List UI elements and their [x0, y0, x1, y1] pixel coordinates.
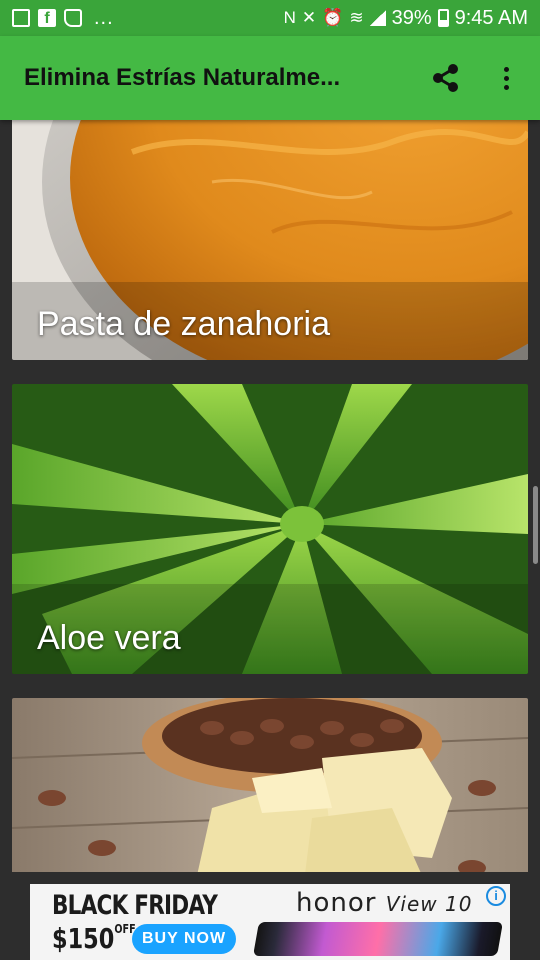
ad-phone-image — [253, 922, 503, 956]
app-bar: Elimina Estrías Naturalme... — [0, 36, 540, 120]
scrollbar-thumb[interactable] — [533, 486, 538, 564]
ad-model-name: View 10 — [385, 892, 473, 916]
ad-banner[interactable]: BLACK FRIDAY $150OFF BUY NOW honor View … — [30, 884, 510, 960]
wifi-icon: ≋ — [349, 8, 364, 27]
info-icon[interactable]: i — [486, 886, 506, 906]
facebook-icon: f — [38, 9, 56, 27]
card-cocoa-butter[interactable] — [12, 698, 528, 872]
ad-headline: BLACK FRIDAY — [52, 890, 218, 921]
ad-brand: honor View 10 — [296, 888, 472, 918]
share-icon — [433, 64, 458, 92]
clock: 9:45 AM — [454, 6, 528, 29]
notification-icons: f ... — [12, 7, 114, 30]
battery-icon — [437, 9, 449, 27]
ad-container: BLACK FRIDAY $150OFF BUY NOW honor View … — [0, 872, 540, 960]
card-title: Aloe vera — [37, 619, 181, 657]
ad-price: $150OFF — [52, 922, 136, 955]
nfc-icon: N — [283, 8, 296, 27]
gallery-icon — [12, 9, 30, 27]
more-notifications: ... — [94, 6, 114, 29]
ad-price-value: $150 — [52, 922, 115, 955]
card-carrot-paste[interactable]: Pasta de zanahoria — [12, 120, 528, 360]
battery-percent: 39% — [391, 6, 432, 29]
alarm-icon: ⏰ — [322, 8, 344, 27]
card-title: Pasta de zanahoria — [37, 305, 330, 343]
share-button[interactable] — [426, 58, 466, 98]
cocoa-butter-image — [12, 698, 528, 872]
remedy-list[interactable]: Pasta de zanahoria Aloe vera — [0, 120, 540, 872]
system-icons: N ✕ ⏰ ≋ 39% 9:45 AM — [284, 7, 528, 30]
mute-icon: ✕ — [301, 8, 317, 27]
signal-icon — [369, 10, 386, 26]
ad-buy-now-button[interactable]: BUY NOW — [132, 924, 237, 954]
ad-brand-name: honor — [296, 888, 377, 918]
overflow-menu-button[interactable] — [488, 58, 524, 98]
app-title: Elimina Estrías Naturalme... — [24, 64, 341, 91]
clipboard-icon — [64, 9, 82, 27]
card-aloe-vera[interactable]: Aloe vera — [12, 384, 528, 674]
more-vert-icon — [503, 65, 509, 92]
status-bar: f ... N ✕ ⏰ ≋ 39% 9:45 AM — [0, 0, 540, 36]
